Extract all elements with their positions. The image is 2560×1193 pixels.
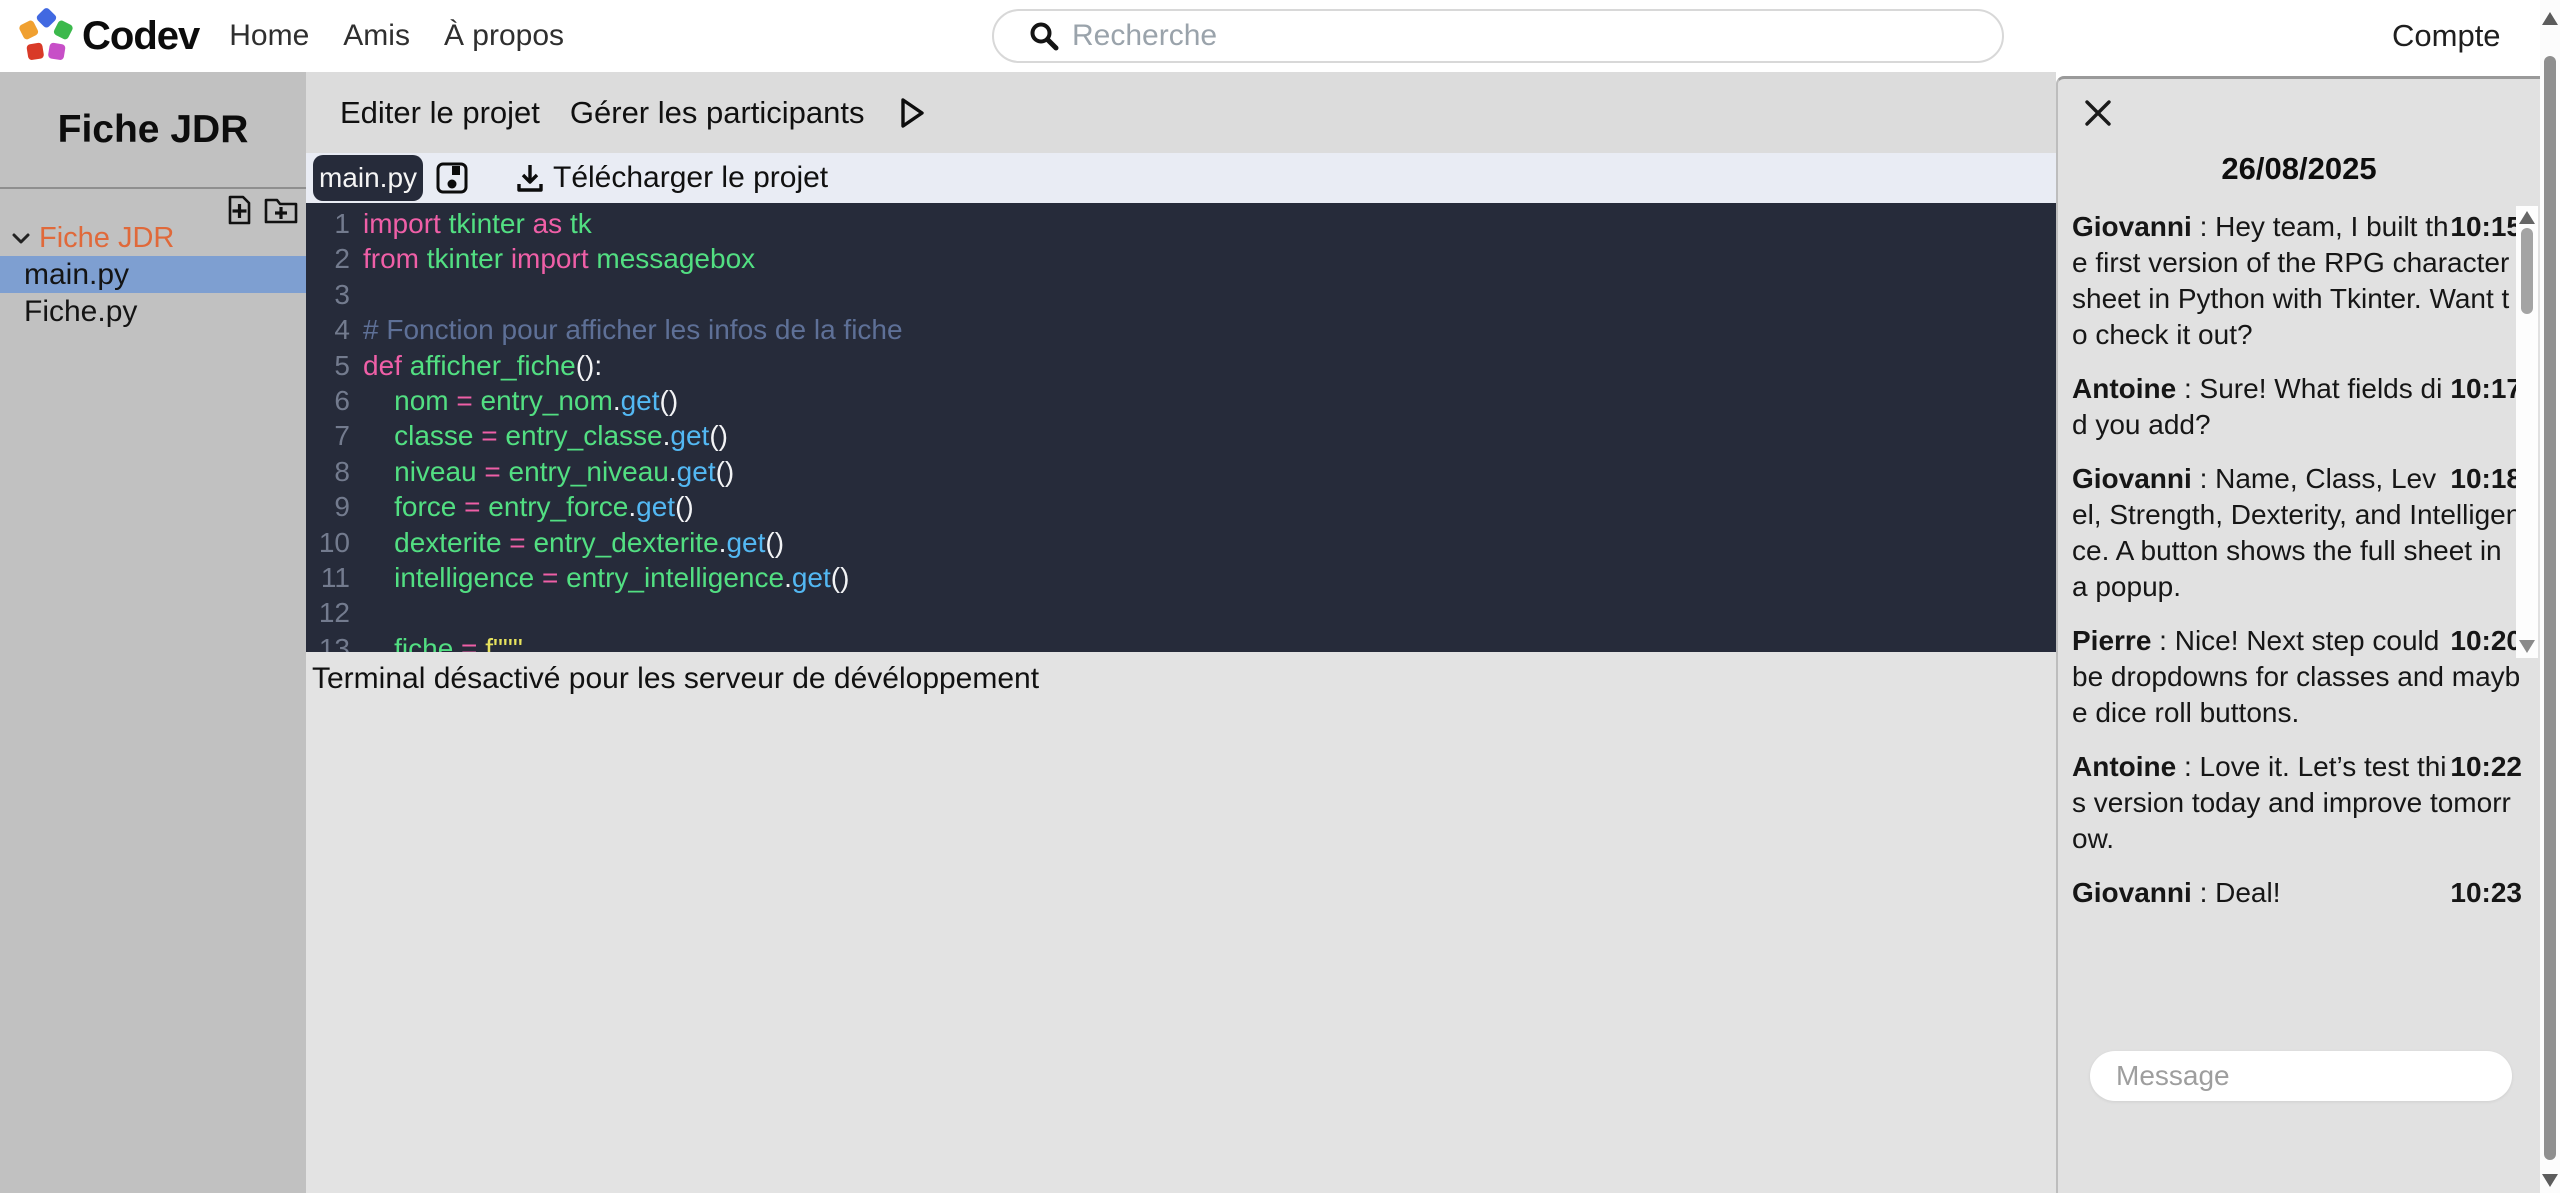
edit-project-link[interactable]: Editer le projet	[340, 95, 540, 131]
code-line: 11 intelligence = entry_intelligence.get…	[306, 560, 2056, 595]
tree-root-label: Fiche JDR	[39, 222, 174, 255]
page-scroll-up-icon[interactable]	[2542, 12, 2558, 25]
chat-close-button[interactable]	[2080, 95, 2116, 136]
chat-message: 10:15Giovanni : Hey team, I built the fi…	[2072, 209, 2522, 353]
file-item-main.py[interactable]: main.py	[0, 256, 306, 293]
nav-links: Home Amis À propos	[229, 19, 564, 53]
search-box[interactable]	[992, 9, 2004, 63]
file-tree: Fiche JDR main.pyFiche.py	[0, 220, 306, 330]
code-line: 13 fiche = f"""	[306, 631, 2056, 652]
code-line: 5def afficher_fiche():	[306, 348, 2056, 383]
scroll-up-icon[interactable]	[2519, 211, 2535, 224]
download-label: Télécharger le projet	[553, 161, 828, 195]
project-title: Fiche JDR	[0, 72, 306, 152]
search-input[interactable]	[1070, 18, 1924, 54]
brand-name: Codev	[82, 14, 199, 59]
chat-panel: 26/08/2025 10:15Giovanni : Hey team, I b…	[2056, 76, 2540, 1193]
chat-messages: 10:15Giovanni : Hey team, I built the fi…	[2072, 209, 2522, 929]
manage-participants-link[interactable]: Gérer les participants	[570, 95, 865, 131]
download-icon	[515, 162, 545, 194]
navbar: Codev Home Amis À propos Compte	[0, 0, 2540, 72]
chat-message: 10:18Giovanni : Name, Class, Level, Stre…	[2072, 461, 2522, 605]
page-scroll-down-icon[interactable]	[2542, 1174, 2558, 1187]
brand[interactable]: Codev	[18, 8, 199, 64]
chat-date: 26/08/2025	[2058, 151, 2540, 187]
code-line: 3	[306, 277, 2056, 312]
play-icon	[897, 96, 927, 130]
chat-scrollbar[interactable]	[2516, 206, 2538, 658]
code-editor[interactable]: 1import tkinter as tk2from tkinter impor…	[306, 203, 2056, 652]
sidebar: Fiche JDR Fiche JDR main.pyFiche.py	[0, 72, 306, 1193]
tree-root[interactable]: Fiche JDR	[0, 220, 306, 256]
account-link[interactable]: Compte	[2392, 18, 2501, 54]
chat-message: 10:20Pierre : Nice! Next step could be d…	[2072, 623, 2522, 731]
file-item-Fiche.py[interactable]: Fiche.py	[0, 293, 306, 330]
close-icon	[2080, 95, 2116, 131]
chat-message: 10:22Antoine : Love it. Let’s test this …	[2072, 749, 2522, 857]
page-scrollbar-thumb[interactable]	[2544, 56, 2556, 1160]
save-icon	[434, 160, 470, 196]
run-project-button[interactable]	[897, 96, 927, 130]
code-line: 10 dexterite = entry_dexterite.get()	[306, 525, 2056, 560]
search-icon	[1028, 20, 1060, 52]
codev-logo-icon	[18, 8, 74, 64]
chevron-down-icon	[10, 227, 32, 249]
code-line: 9 force = entry_force.get()	[306, 489, 2056, 524]
code-line: 12	[306, 595, 2056, 630]
page-scrollbar[interactable]	[2540, 0, 2560, 1193]
code-line: 2from tkinter import messagebox	[306, 241, 2056, 276]
code-line: 1import tkinter as tk	[306, 206, 2056, 241]
main-area: Editer le projet Gérer les participants …	[306, 72, 2056, 1193]
code-line: 4# Fonction pour afficher les infos de l…	[306, 312, 2056, 347]
nav-link-apropos[interactable]: À propos	[444, 19, 564, 53]
editor-tabbar: main.py Télécharger le projet	[306, 153, 2056, 203]
code-line: 7 classe = entry_classe.get()	[306, 418, 2056, 453]
sidebar-divider	[0, 187, 306, 189]
code-line: 8 niveau = entry_niveau.get()	[306, 454, 2056, 489]
nav-link-home[interactable]: Home	[229, 19, 309, 53]
tab-main-py[interactable]: main.py	[313, 155, 423, 201]
chat-message: 10:17Antoine : Sure! What fields did you…	[2072, 371, 2522, 443]
chat-message: 10:23Giovanni : Deal!	[2072, 875, 2522, 911]
chat-scrollbar-thumb[interactable]	[2521, 228, 2533, 314]
code-line: 6 nom = entry_nom.get()	[306, 383, 2056, 418]
terminal-message: Terminal désactivé pour les serveur de d…	[306, 652, 2056, 696]
scroll-down-icon[interactable]	[2519, 640, 2535, 653]
code-lines: 1import tkinter as tk2from tkinter impor…	[306, 206, 2056, 652]
nav-link-amis[interactable]: Amis	[343, 19, 410, 53]
terminal-area: Terminal désactivé pour les serveur de d…	[306, 652, 2056, 696]
file-tree-files: main.pyFiche.py	[0, 256, 306, 330]
project-toolbar: Editer le projet Gérer les participants	[306, 72, 2056, 153]
chat-message-input[interactable]	[2090, 1051, 2512, 1101]
save-file-button[interactable]	[434, 160, 470, 201]
download-project-button[interactable]: Télécharger le projet	[515, 161, 828, 195]
